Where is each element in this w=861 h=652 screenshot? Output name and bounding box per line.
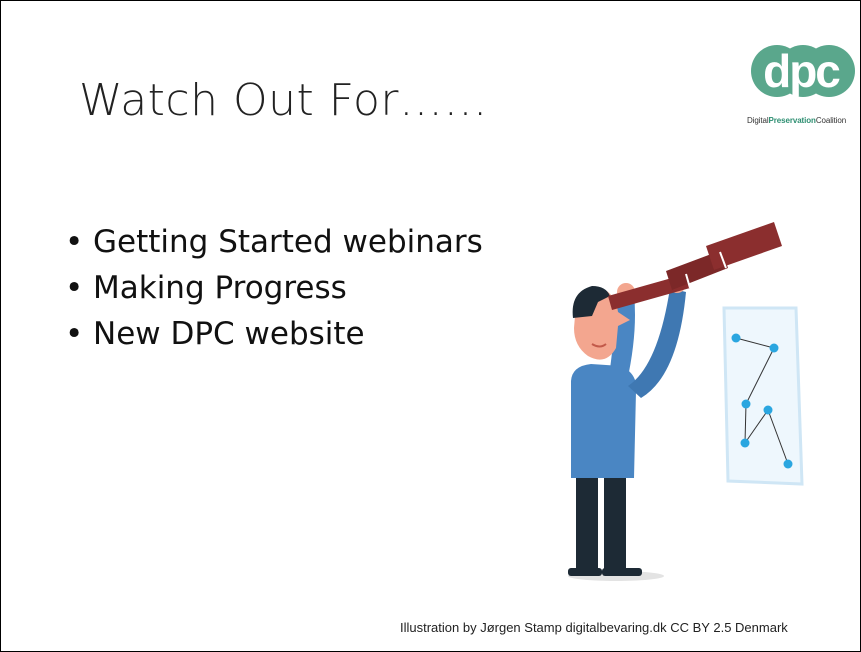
dpc-logo: dpc DigitalPreservationCoalition: [747, 31, 855, 133]
slide: Watch Out For…… Getting Started webinars…: [0, 0, 861, 652]
illustration-credit: Illustration by Jørgen Stamp digitalbeva…: [400, 620, 788, 635]
logo-caption-pre: Digital: [747, 116, 769, 125]
man-with-telescope-icon: [568, 222, 804, 581]
bullet-list: Getting Started webinars Making Progress…: [61, 219, 483, 357]
logo-mark-text: dpc: [763, 45, 840, 97]
dpc-logo-icon: dpc: [751, 45, 855, 97]
logo-caption-post: Coalition: [815, 116, 847, 125]
logo-caption-bold: Preservation: [768, 116, 816, 125]
logo-caption: DigitalPreservationCoalition: [747, 116, 859, 125]
bullet-item: Getting Started webinars: [61, 219, 483, 265]
bullet-item: New DPC website: [61, 311, 483, 357]
bullet-item: Making Progress: [61, 265, 483, 311]
slide-title: Watch Out For……: [79, 75, 488, 126]
